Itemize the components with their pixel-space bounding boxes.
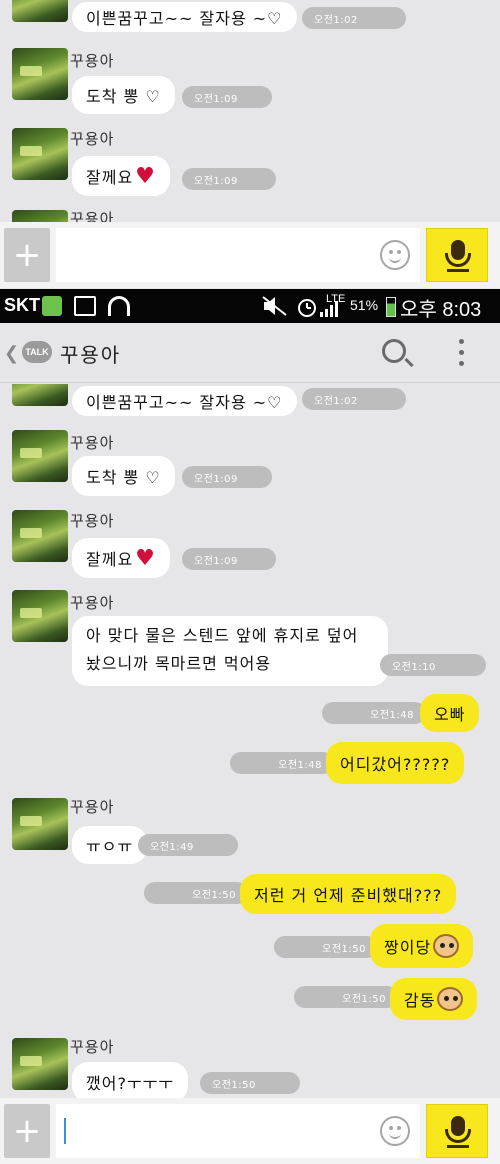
avatar[interactable]	[12, 798, 68, 850]
sender-name: 꾸용아	[70, 130, 115, 148]
talk-badge[interactable]: TALK	[22, 341, 52, 363]
microphone-base	[447, 269, 469, 272]
message-time: 오전1:09	[182, 466, 272, 488]
sender-name: 꾸용아	[70, 594, 115, 612]
heart-icon: ♥	[135, 163, 156, 189]
chat-title: 꾸용아	[60, 343, 122, 367]
alarm-icon	[296, 296, 318, 317]
mute-icon	[262, 296, 288, 316]
emoticon-face-icon	[433, 934, 460, 958]
avatar[interactable]	[12, 0, 68, 22]
message-time: 오전1:50	[294, 986, 398, 1008]
headset-icon	[108, 296, 130, 316]
message-text: 짱이당	[384, 938, 432, 957]
carrier-label: SKT	[4, 295, 40, 315]
message-text: 잘께요	[86, 550, 134, 569]
avatar[interactable]	[12, 384, 68, 406]
sender-name: 꾸용아	[70, 210, 115, 222]
message-bubble[interactable]: 깼어?ㅜㅜㅜ	[72, 1062, 189, 1098]
message-bubble[interactable]: 오빠	[420, 694, 480, 732]
input-bar-top: +	[0, 222, 500, 288]
app-notification-icon	[42, 296, 62, 316]
message-time: 오전1:02	[302, 7, 406, 29]
chat-header: ❮ TALK 꾸용아	[0, 323, 500, 383]
message-bubble[interactable]: 짱이당	[370, 924, 474, 968]
message-input[interactable]	[56, 1104, 420, 1158]
message-text: 감동	[404, 991, 436, 1010]
message-text: 도착 뽕 ♡	[86, 87, 161, 106]
sender-name: 꾸용아	[70, 512, 115, 530]
text-cursor	[64, 1118, 66, 1144]
search-icon[interactable]	[382, 339, 406, 363]
status-bar: SKT LTE 51% 오후 8:03	[0, 289, 500, 323]
sender-name: 꾸용아	[70, 798, 115, 816]
message-time: 오전1:48	[322, 702, 426, 724]
emoticon-face-icon	[437, 987, 464, 1011]
message-time: 오전1:50	[274, 936, 378, 958]
microphone-base	[447, 1145, 469, 1148]
microphone-stand	[445, 1129, 471, 1143]
message-bubble[interactable]: 이쁜꿈꾸고~~ 잘자용 ~♡	[72, 386, 297, 416]
image-notification-icon	[74, 296, 96, 316]
message-text: ㅠㅇㅠ	[86, 837, 134, 856]
message-bubble[interactable]: 잘께요 ♥	[72, 156, 170, 196]
message-text: 이쁜꿈꾸고~~ 잘자용 ~♡	[86, 9, 283, 28]
sender-name: 꾸용아	[70, 434, 115, 452]
microphone-stand	[445, 253, 471, 267]
clock: 오후 8:03	[400, 299, 482, 321]
message-time: 오전1:09	[182, 548, 276, 570]
attach-button[interactable]: +	[4, 228, 50, 282]
avatar[interactable]	[12, 430, 68, 482]
battery-icon	[386, 297, 396, 317]
chat-area-top[interactable]: 이쁜꿈꾸고~~ 잘자용 ~♡ 오전1:02 꾸용아 도착 뽕 ♡ 오전1:09 …	[0, 0, 500, 222]
message-time: 오전1:50	[144, 882, 248, 904]
message-input[interactable]	[56, 228, 420, 282]
message-bubble[interactable]: 도착 뽕 ♡	[72, 456, 175, 496]
emoticon-icon[interactable]	[380, 240, 410, 270]
message-bubble[interactable]: 저런 거 언제 준비했대???	[240, 874, 457, 914]
message-time: 오전1:49	[138, 834, 238, 856]
message-time: 오전1:09	[182, 168, 276, 190]
voice-button[interactable]	[426, 228, 488, 282]
message-bubble[interactable]: 잘께요 ♥	[72, 538, 170, 578]
avatar[interactable]	[12, 210, 68, 222]
message-text: 저런 거 언제 준비했대???	[254, 886, 443, 905]
message-text: 오빠	[434, 705, 466, 724]
message-time: 오전1:50	[200, 1072, 300, 1094]
back-chevron-icon[interactable]: ❮	[4, 343, 19, 364]
avatar[interactable]	[12, 590, 68, 642]
message-bubble[interactable]: 도착 뽕 ♡	[72, 76, 175, 114]
avatar[interactable]	[12, 510, 68, 562]
message-text: 깼어?ㅜㅜㅜ	[86, 1074, 175, 1093]
message-text: 도착 뽕 ♡	[86, 468, 161, 487]
message-time: 오전1:09	[182, 86, 272, 108]
message-text: 이쁜꿈꾸고~~ 잘자용 ~♡	[86, 393, 283, 412]
message-text: 아 맞다 물은 스텐드 앞에 휴지로 덮어놨으니까 목마르면 먹어용	[86, 626, 359, 673]
sender-name: 꾸용아	[70, 1038, 115, 1056]
message-bubble[interactable]: 아 맞다 물은 스텐드 앞에 휴지로 덮어놨으니까 목마르면 먹어용	[72, 616, 388, 686]
input-bar: +	[0, 1098, 500, 1164]
avatar[interactable]	[12, 48, 68, 100]
emoticon-icon[interactable]	[380, 1116, 410, 1146]
message-bubble[interactable]: ㅠㅇㅠ	[72, 826, 148, 864]
chat-area[interactable]: 이쁜꿈꾸고~~ 잘자용 ~♡ 오전1:02 꾸용아 도착 뽕 ♡ 오전1:09 …	[0, 384, 500, 1098]
message-time: 오전1:02	[302, 388, 406, 410]
attach-button[interactable]: +	[4, 1104, 50, 1158]
signal-icon	[318, 299, 342, 317]
sender-name: 꾸용아	[70, 52, 115, 70]
message-text: 어디갔어?????	[340, 755, 451, 774]
chat-screenshot: 이쁜꿈꾸고~~ 잘자용 ~♡ 오전1:02 꾸용아 도착 뽕 ♡ 오전1:09 …	[0, 0, 500, 1164]
heart-icon: ♥	[135, 545, 156, 571]
message-bubble[interactable]: 감동	[390, 978, 478, 1020]
message-text: 잘께요	[86, 168, 134, 187]
battery-percent: 51%	[350, 297, 379, 313]
message-bubble[interactable]: 이쁜꿈꾸고~~ 잘자용 ~♡	[72, 2, 297, 32]
message-time: 오전1:48	[230, 752, 334, 774]
more-options-icon[interactable]	[456, 339, 466, 367]
avatar[interactable]	[12, 128, 68, 180]
message-bubble[interactable]: 어디갔어?????	[326, 742, 465, 784]
avatar[interactable]	[12, 1038, 68, 1090]
message-time: 오전1:10	[380, 654, 486, 676]
voice-button[interactable]	[426, 1104, 488, 1158]
